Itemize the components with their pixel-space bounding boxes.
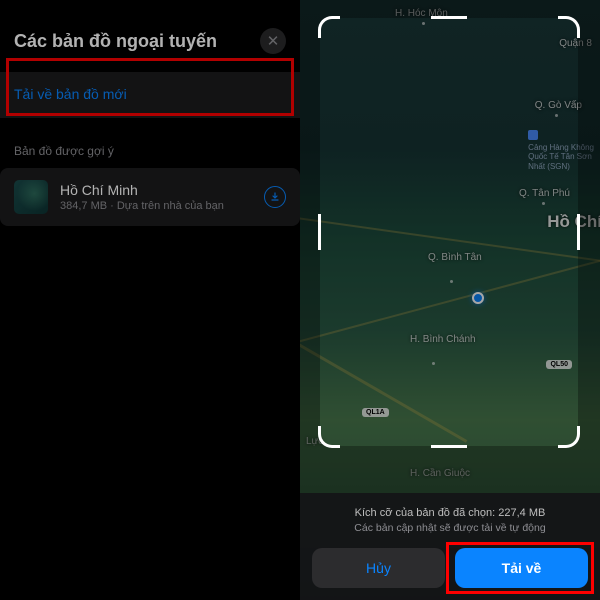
suggested-maps-label: Bản đồ được gợi ý bbox=[0, 118, 300, 168]
download-new-map-row[interactable]: Tải về bản đồ mới bbox=[0, 72, 300, 118]
cancel-button[interactable]: Hủy bbox=[312, 548, 445, 588]
download-new-map-label: Tải về bản đồ mới bbox=[14, 86, 127, 102]
suggested-map-subtitle: 384,7 MB · Dựa trên nhà của bạn bbox=[60, 200, 252, 212]
download-confirm-panel: Kích cỡ của bản đồ đã chọn: 227,4 MB Các… bbox=[300, 493, 600, 600]
suggested-map-item[interactable]: Hồ Chí Minh 384,7 MB · Dựa trên nhà của … bbox=[0, 168, 300, 226]
map-size-text: Kích cỡ của bản đồ đã chọn: 227,4 MB bbox=[312, 507, 588, 519]
panel-header: Các bản đồ ngoại tuyến ✕ bbox=[0, 0, 300, 72]
map-selection-panel: H. Hóc Môn Quận 8 Q. Gò Vấp Cảng Hàng Kh… bbox=[300, 0, 600, 600]
map-thumbnail-icon bbox=[14, 180, 48, 214]
button-row: Hủy Tải về bbox=[312, 548, 588, 588]
offline-maps-panel: Các bản đồ ngoại tuyến ✕ Tải về bản đồ m… bbox=[0, 0, 300, 600]
download-button[interactable]: Tải về bbox=[455, 548, 588, 588]
panel-title: Các bản đồ ngoại tuyến bbox=[14, 31, 217, 52]
download-icon[interactable] bbox=[264, 186, 286, 208]
close-button[interactable]: ✕ bbox=[260, 28, 286, 54]
close-icon: ✕ bbox=[267, 32, 280, 50]
suggested-map-text: Hồ Chí Minh 384,7 MB · Dựa trên nhà của … bbox=[60, 182, 252, 212]
suggested-map-title: Hồ Chí Minh bbox=[60, 182, 252, 198]
auto-update-text: Các bản cập nhật sẽ được tải về tự động bbox=[312, 522, 588, 534]
